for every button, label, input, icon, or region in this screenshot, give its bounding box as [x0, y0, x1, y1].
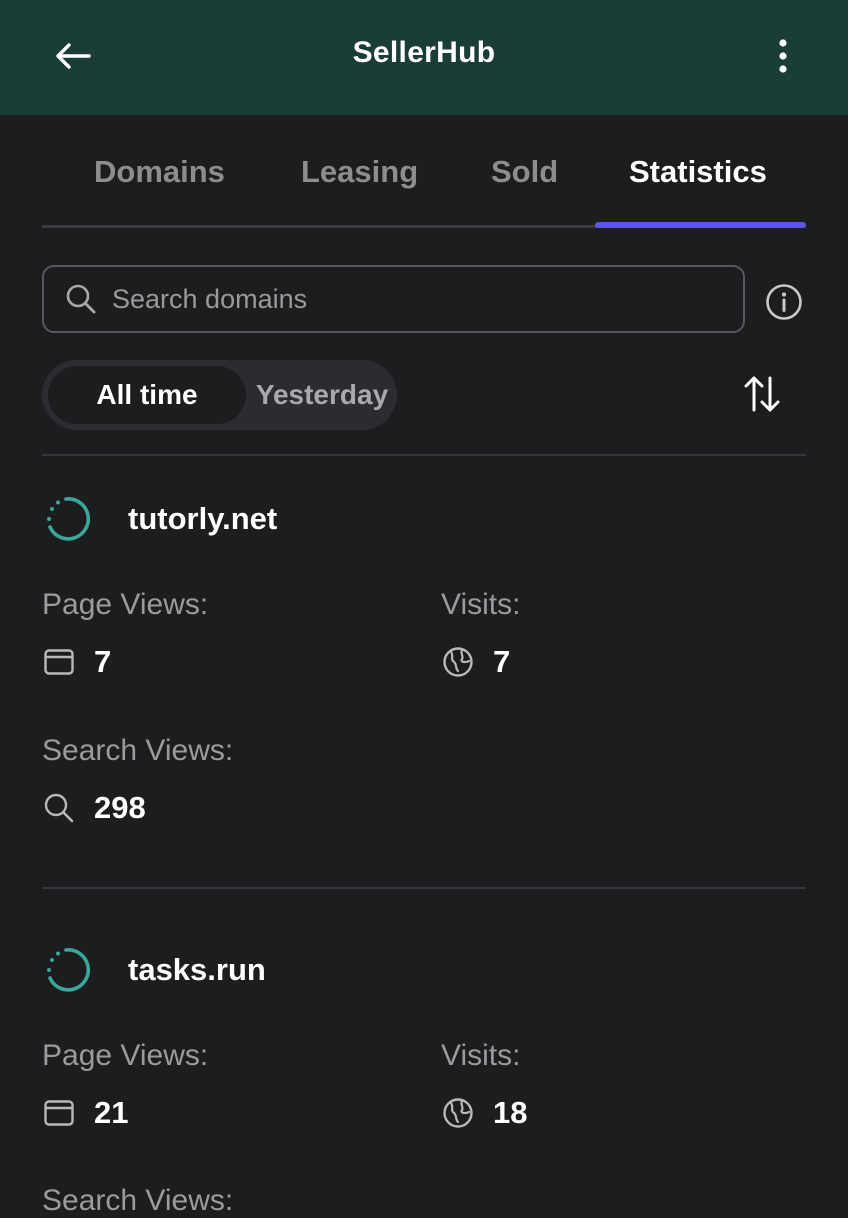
domain-name[interactable]: tutorly.net: [128, 501, 277, 537]
search-views-stat: Search Views: 298: [42, 734, 233, 826]
loading-spinner-icon: [47, 497, 90, 541]
more-options-button[interactable]: [758, 28, 808, 84]
page-views-stat: Page Views: 7: [42, 588, 208, 680]
search-views-value: 298: [94, 790, 146, 825]
visits-stat: Visits: 18: [441, 1039, 527, 1131]
search-input[interactable]: [110, 282, 694, 316]
app-title: SellerHub: [352, 36, 496, 69]
domain-card-header: tutorly.net: [42, 491, 277, 547]
tab-statistics[interactable]: Statistics: [629, 154, 767, 190]
domain-name[interactable]: tasks.run: [128, 952, 266, 988]
page-views-label: Page Views:: [42, 1039, 209, 1072]
visits-label: Visits:: [441, 1039, 521, 1072]
visits-value: 7: [493, 644, 511, 679]
info-button[interactable]: [762, 280, 806, 324]
tab-domains[interactable]: Domains: [94, 154, 225, 190]
visits-value: 18: [493, 1095, 528, 1130]
visits-label: Visits:: [441, 588, 521, 621]
more-vertical-icon: [779, 39, 787, 73]
info-icon: [766, 284, 802, 320]
globe-icon: [441, 645, 475, 679]
divider: [42, 454, 806, 456]
globe-icon: [441, 1096, 475, 1130]
browser-window-icon: [42, 1096, 76, 1130]
page-views-value: 7: [94, 644, 112, 679]
search-icon: [64, 282, 98, 316]
search-views-label: Search Views:: [42, 1184, 234, 1217]
time-range-toggle: All time Yesterday: [42, 360, 397, 430]
filter-all-time[interactable]: All time: [48, 366, 246, 424]
active-tab-indicator: [595, 222, 806, 228]
browser-window-icon: [42, 645, 76, 679]
divider: [42, 887, 806, 889]
page-views-label: Page Views:: [42, 588, 209, 621]
search-icon: [42, 791, 76, 825]
sort-arrows-icon: [744, 376, 780, 412]
page-views-stat: Page Views: 21: [42, 1039, 208, 1131]
sort-button[interactable]: [734, 366, 790, 422]
search-views-label: Search Views:: [42, 734, 234, 767]
filter-yesterday[interactable]: Yesterday: [252, 366, 392, 424]
tab-sold[interactable]: Sold: [491, 154, 558, 190]
page-views-value: 21: [94, 1095, 129, 1130]
domain-card-header: tasks.run: [42, 942, 266, 998]
tab-leasing[interactable]: Leasing: [301, 154, 418, 190]
loading-spinner-icon: [47, 948, 90, 992]
tab-bar: Domains Leasing Sold Statistics: [42, 136, 806, 228]
app-bar: SellerHub: [0, 0, 848, 115]
search-box: [42, 265, 745, 333]
visits-stat: Visits: 7: [441, 588, 520, 680]
